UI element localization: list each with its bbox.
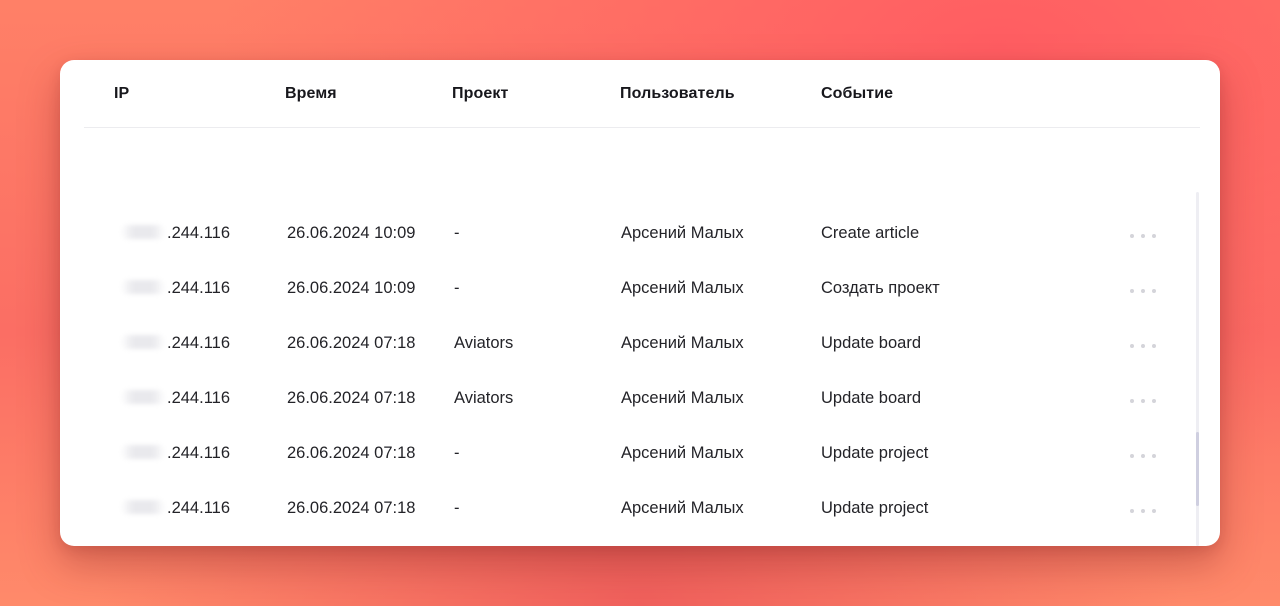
ip-cell: .244.116 bbox=[120, 279, 230, 298]
ip-redaction-blur bbox=[120, 335, 166, 349]
ip-redaction-blur bbox=[120, 225, 166, 239]
user-cell: Арсений Малых bbox=[621, 334, 744, 352]
column-header-time[interactable]: Время bbox=[285, 85, 337, 103]
project-cell: Aviators bbox=[454, 389, 514, 407]
ip-cell: .244.116 bbox=[120, 389, 230, 408]
table-row[interactable]: .244.116 26.06.2024 10:09 - Арсений Малы… bbox=[60, 208, 1220, 263]
ip-value: .244.116 bbox=[167, 389, 231, 407]
vertical-scrollbar[interactable] bbox=[1196, 192, 1199, 546]
user-cell: Арсений Малых bbox=[621, 389, 744, 407]
more-horizontal-icon[interactable] bbox=[1130, 342, 1156, 350]
table-row[interactable]: .244.116 26.06.2024 07:18 Aviators Арсен… bbox=[60, 318, 1220, 373]
time-cell: 26.06.2024 07:18 bbox=[287, 334, 416, 352]
ip-cell: .244.116 bbox=[120, 334, 230, 353]
more-horizontal-icon[interactable] bbox=[1130, 232, 1156, 240]
ip-redaction-blur bbox=[120, 445, 166, 459]
audit-log-card: IP Время Проект Пользователь Событие .24… bbox=[60, 60, 1220, 546]
event-cell: Update board bbox=[821, 389, 921, 407]
table-row[interactable]: .244.116 26.06.2024 07:18 - Арсений Малы… bbox=[60, 483, 1220, 538]
more-horizontal-icon[interactable] bbox=[1130, 507, 1156, 515]
event-cell: Update project bbox=[821, 444, 929, 462]
event-cell: Update project bbox=[821, 499, 929, 517]
ip-redaction-blur bbox=[120, 280, 166, 294]
column-header-ip[interactable]: IP bbox=[114, 85, 129, 103]
time-cell: 26.06.2024 10:09 bbox=[287, 279, 416, 297]
column-header-project[interactable]: Проект bbox=[452, 85, 508, 103]
user-cell: Арсений Малых bbox=[621, 499, 744, 517]
column-header-event[interactable]: Событие bbox=[821, 85, 893, 103]
event-cell: Create article bbox=[821, 224, 920, 242]
ip-redaction-blur bbox=[120, 390, 166, 404]
project-cell: - bbox=[454, 224, 460, 242]
ip-cell: .244.116 bbox=[120, 444, 230, 463]
project-cell: - bbox=[454, 279, 460, 297]
table-row[interactable]: .244.116 26.06.2024 10:09 - Арсений Малы… bbox=[60, 263, 1220, 318]
ip-value: .244.116 bbox=[167, 224, 231, 242]
time-cell: 26.06.2024 07:18 bbox=[287, 389, 416, 407]
more-horizontal-icon[interactable] bbox=[1130, 452, 1156, 460]
user-cell: Арсений Малых bbox=[621, 279, 744, 297]
more-horizontal-icon[interactable] bbox=[1130, 287, 1156, 295]
ip-redaction-blur bbox=[120, 500, 166, 514]
more-horizontal-icon[interactable] bbox=[1130, 397, 1156, 405]
event-cell: Создать проект bbox=[821, 279, 940, 297]
table-row[interactable]: .244.116 26.06.2024 07:18 - Арсений Малы… bbox=[60, 428, 1220, 483]
scrollbar-thumb[interactable] bbox=[1196, 432, 1199, 506]
project-cell: Aviators bbox=[454, 334, 514, 352]
project-cell: - bbox=[454, 499, 460, 517]
event-cell: Update board bbox=[821, 334, 921, 352]
user-cell: Арсений Малых bbox=[621, 224, 744, 242]
ip-value: .244.116 bbox=[167, 499, 231, 517]
project-cell: - bbox=[454, 444, 460, 462]
time-cell: 26.06.2024 07:18 bbox=[287, 444, 416, 462]
ip-value: .244.116 bbox=[167, 279, 231, 297]
table-row[interactable]: .244.116 26.06.2024 07:18 Aviators Арсен… bbox=[60, 373, 1220, 428]
table-header: IP Время Проект Пользователь Событие bbox=[84, 60, 1200, 128]
table-body: .244.116 26.06.2024 10:09 - Арсений Малы… bbox=[60, 208, 1220, 538]
column-header-user[interactable]: Пользователь bbox=[620, 85, 735, 103]
ip-cell: .244.116 bbox=[120, 499, 230, 518]
ip-value: .244.116 bbox=[167, 334, 231, 352]
time-cell: 26.06.2024 10:09 bbox=[287, 224, 416, 242]
ip-value: .244.116 bbox=[167, 444, 231, 462]
user-cell: Арсений Малых bbox=[621, 444, 744, 462]
ip-cell: .244.116 bbox=[120, 224, 230, 243]
time-cell: 26.06.2024 07:18 bbox=[287, 499, 416, 517]
